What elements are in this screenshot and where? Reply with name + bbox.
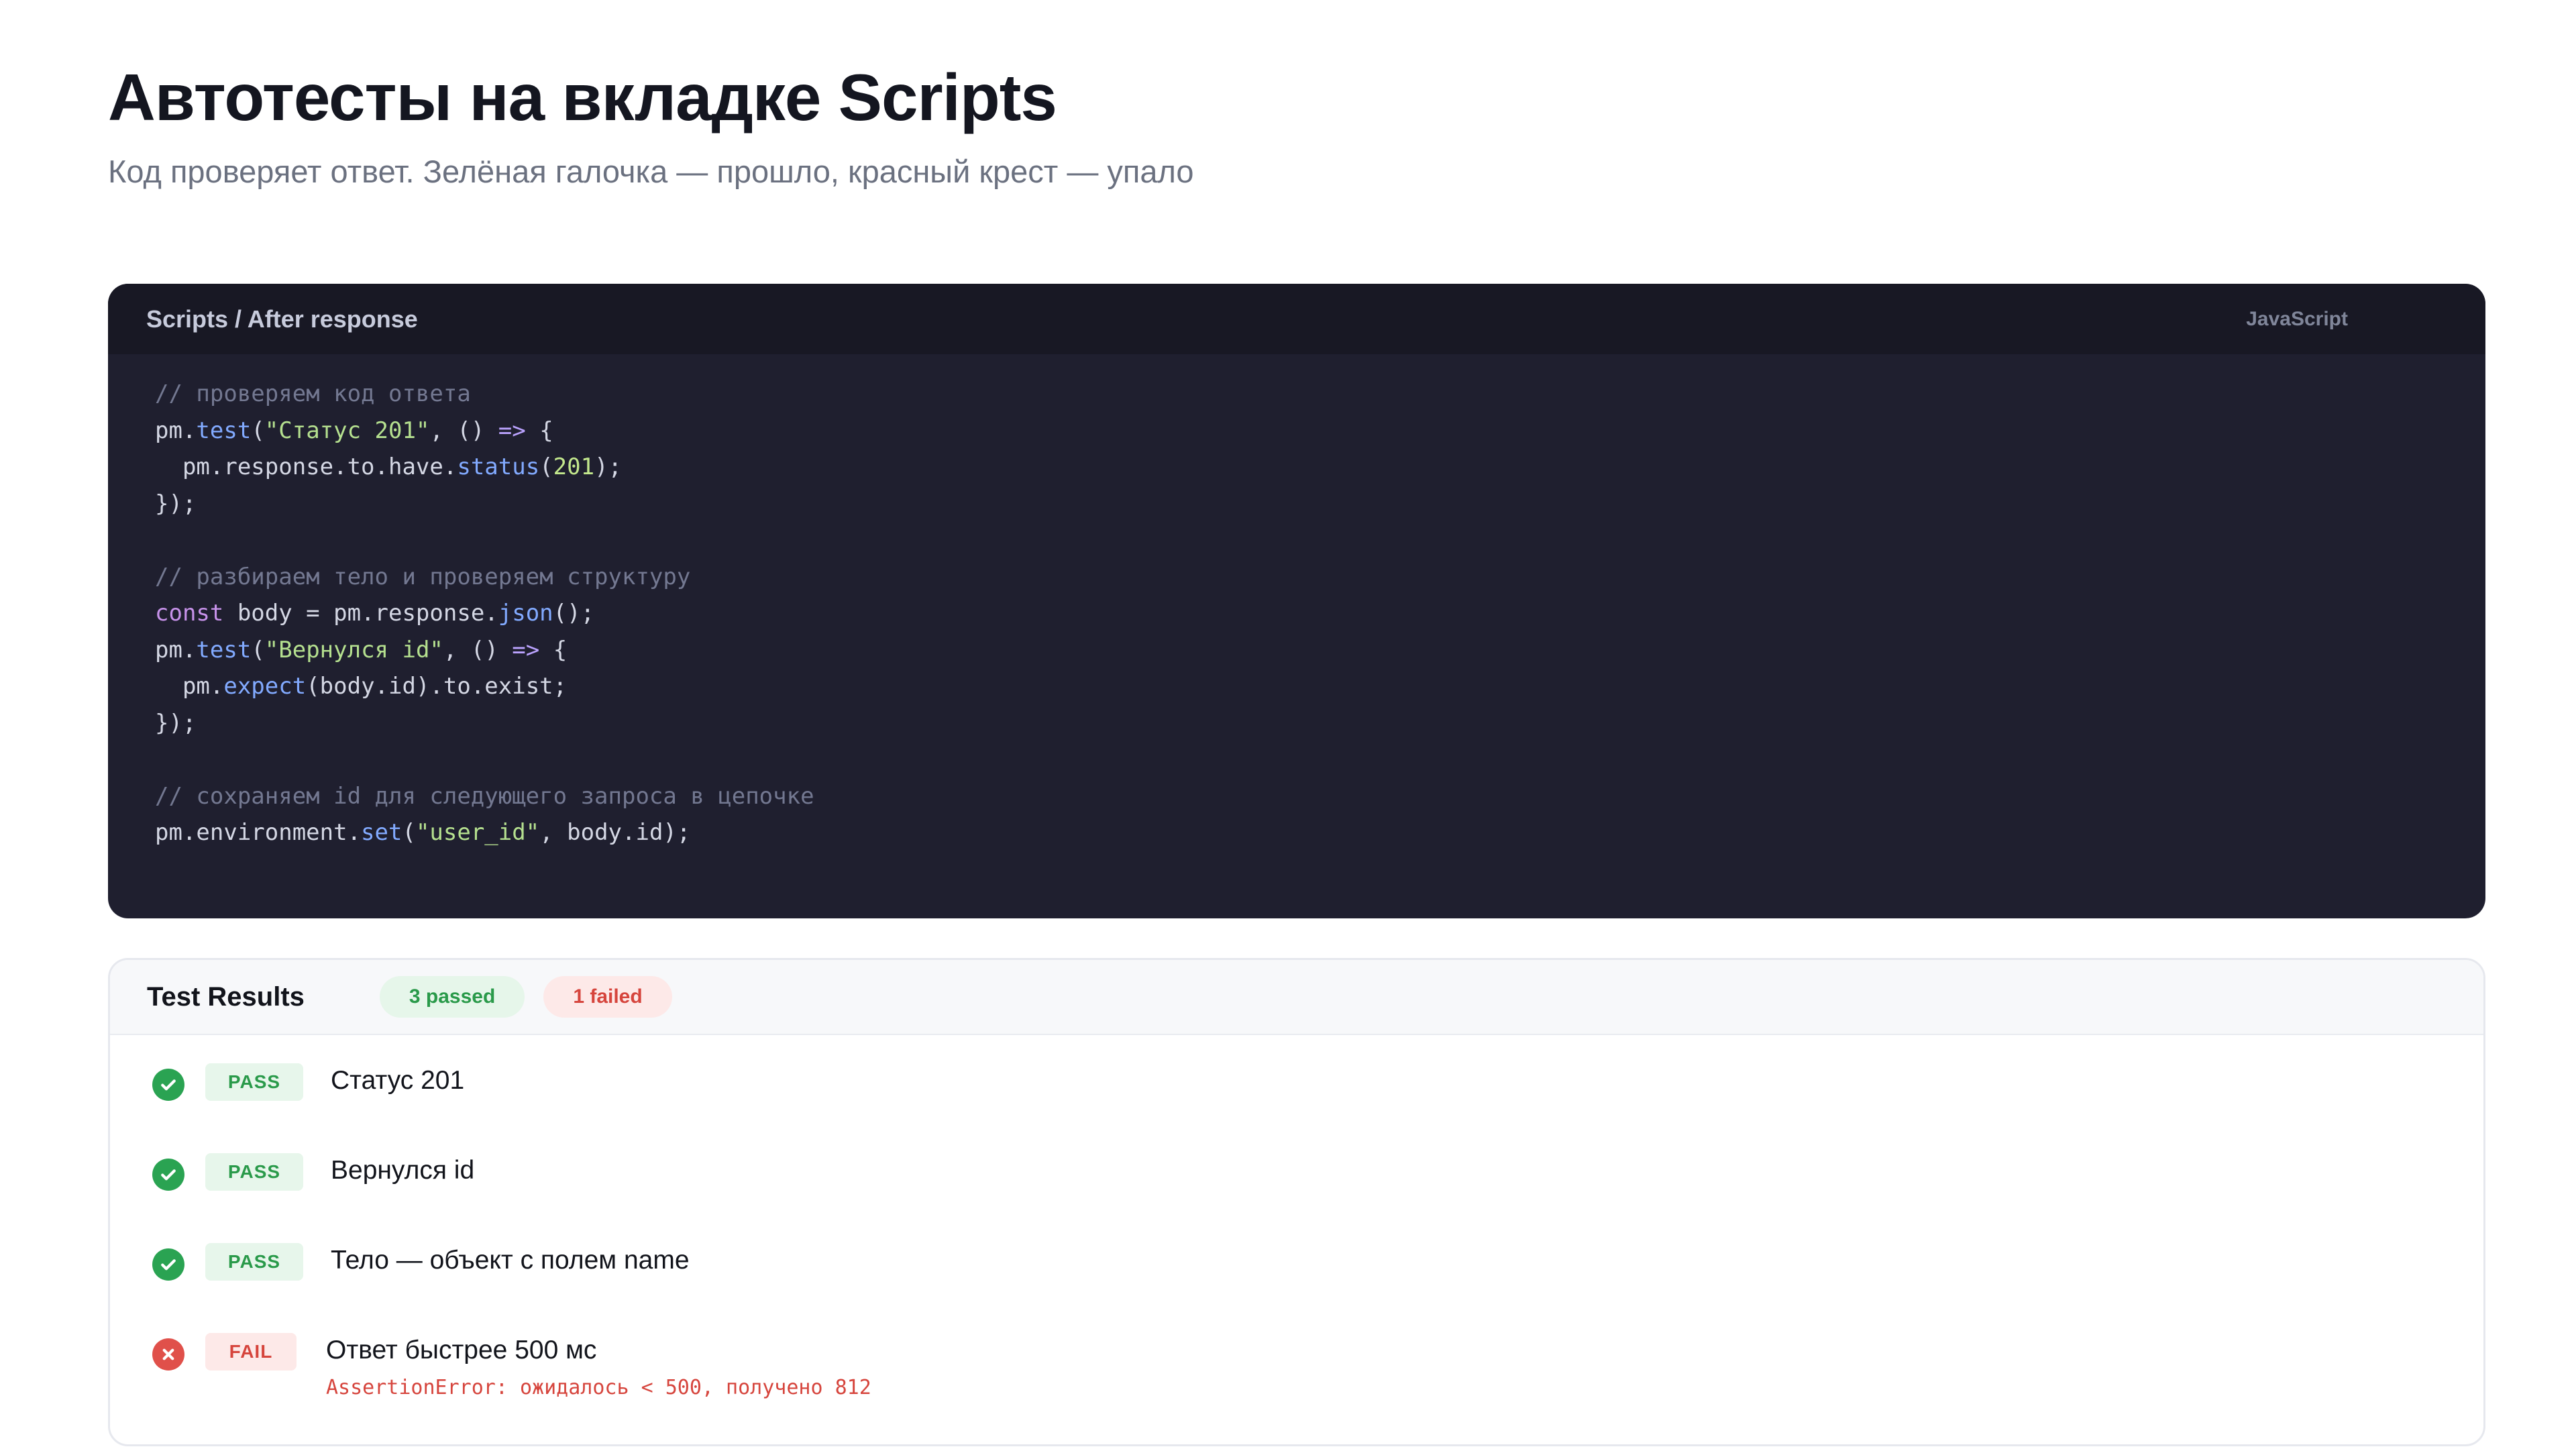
code-token: // сохраняем id для следующего запроса в… <box>155 782 814 810</box>
code-language: JavaScript <box>2246 307 2348 330</box>
code-token: status <box>457 453 540 480</box>
check-circle-icon <box>152 1159 184 1191</box>
check-circle-icon <box>152 1248 184 1281</box>
fail-badge: FAIL <box>205 1333 297 1371</box>
code-token: test <box>196 636 252 663</box>
test-name: Вернулся id <box>331 1156 475 1185</box>
code-line: const body = pm.response.json(); <box>155 595 2485 632</box>
code-token: (); <box>553 600 595 627</box>
code-token: // проверяем код ответа <box>155 380 471 407</box>
code-token: ( <box>539 453 553 480</box>
test-results-panel: Test Results 3 passed 1 failed PASS Стат… <box>108 958 2485 1446</box>
test-name: Ответ быстрее 500 мс <box>326 1336 597 1364</box>
code-token: // разбираем тело и проверяем структуру <box>155 563 691 590</box>
code-token: "Статус 201" <box>264 417 430 444</box>
code-panel: Scripts / After response JavaScript // п… <box>108 284 2485 918</box>
code-token: pm. <box>155 673 224 700</box>
code-token: json <box>498 600 553 627</box>
pass-badge: PASS <box>205 1063 303 1101</box>
pass-badge: PASS <box>205 1153 303 1191</box>
code-token: ( <box>402 819 416 846</box>
code-token: , () <box>443 636 513 663</box>
code-line: }); <box>155 486 2485 523</box>
code-header: Scripts / After response JavaScript <box>108 284 2485 354</box>
code-token: pm. <box>155 636 197 663</box>
code-token: 201 <box>553 453 595 480</box>
code-token: test <box>196 417 252 444</box>
test-results-header: Test Results 3 passed 1 failed <box>110 960 2483 1035</box>
code-token: const <box>155 600 224 627</box>
code-path: Scripts / After response <box>146 305 418 333</box>
code-token: , body.id); <box>539 819 691 846</box>
code-line: pm.test("Вернулся id", () => { <box>155 632 2485 669</box>
code-token: set <box>361 819 402 846</box>
page-title: Автотесты на вкладке Scripts <box>108 60 1057 134</box>
pass-badge: PASS <box>205 1243 303 1281</box>
code-token: }); <box>155 490 197 517</box>
code-token: ); <box>594 453 623 480</box>
code-line: // разбираем тело и проверяем структуру <box>155 559 2485 596</box>
code-token: pm.response.to.have. <box>155 453 458 480</box>
failed-count-badge: 1 failed <box>543 976 672 1018</box>
code-token: }); <box>155 709 197 737</box>
page-subtitle: Код проверяет ответ. Зелёная галочка — п… <box>108 154 1194 189</box>
code-line: pm.response.to.have.status(201); <box>155 449 2485 486</box>
page: Автотесты на вкладке Scripts Код проверя… <box>0 0 2576 1449</box>
x-circle-icon <box>152 1338 184 1371</box>
test-results-title: Test Results <box>147 981 305 1012</box>
passed-count-badge: 3 passed <box>379 976 525 1018</box>
code-token: (body.id).to.exist; <box>306 673 568 700</box>
test-name: Тело — объект с полем name <box>331 1246 690 1275</box>
code-line: pm.environment.set("user_id", body.id); <box>155 814 2485 851</box>
code-token: , () <box>429 417 498 444</box>
code-token: "Вернулся id" <box>264 636 443 663</box>
code-line: // проверяем код ответа <box>155 376 2485 413</box>
code-token: => <box>498 417 526 444</box>
code-token: "user_id" <box>415 819 540 846</box>
code-editor[interactable]: // проверяем код ответа pm.test("Статус 2… <box>108 354 2485 851</box>
code-line: pm.test("Статус 201", () => { <box>155 413 2485 449</box>
code-line: }); <box>155 705 2485 742</box>
code-token: body = pm.response. <box>223 600 498 627</box>
code-token: { <box>525 417 553 444</box>
code-token: pm.environment. <box>155 819 362 846</box>
code-token: => <box>512 636 540 663</box>
code-token: { <box>539 636 568 663</box>
code-line: // сохраняем id для следующего запроса в… <box>155 778 2485 815</box>
test-name: Статус 201 <box>331 1066 465 1095</box>
check-circle-icon <box>152 1069 184 1101</box>
code-token: pm. <box>155 417 197 444</box>
code-token: ( <box>251 636 265 663</box>
code-line: pm.expect(body.id).to.exist; <box>155 668 2485 705</box>
test-error-message: AssertionError: ожидалось < 500, получен… <box>326 1376 871 1399</box>
code-token: expect <box>223 673 307 700</box>
code-token: ( <box>251 417 265 444</box>
